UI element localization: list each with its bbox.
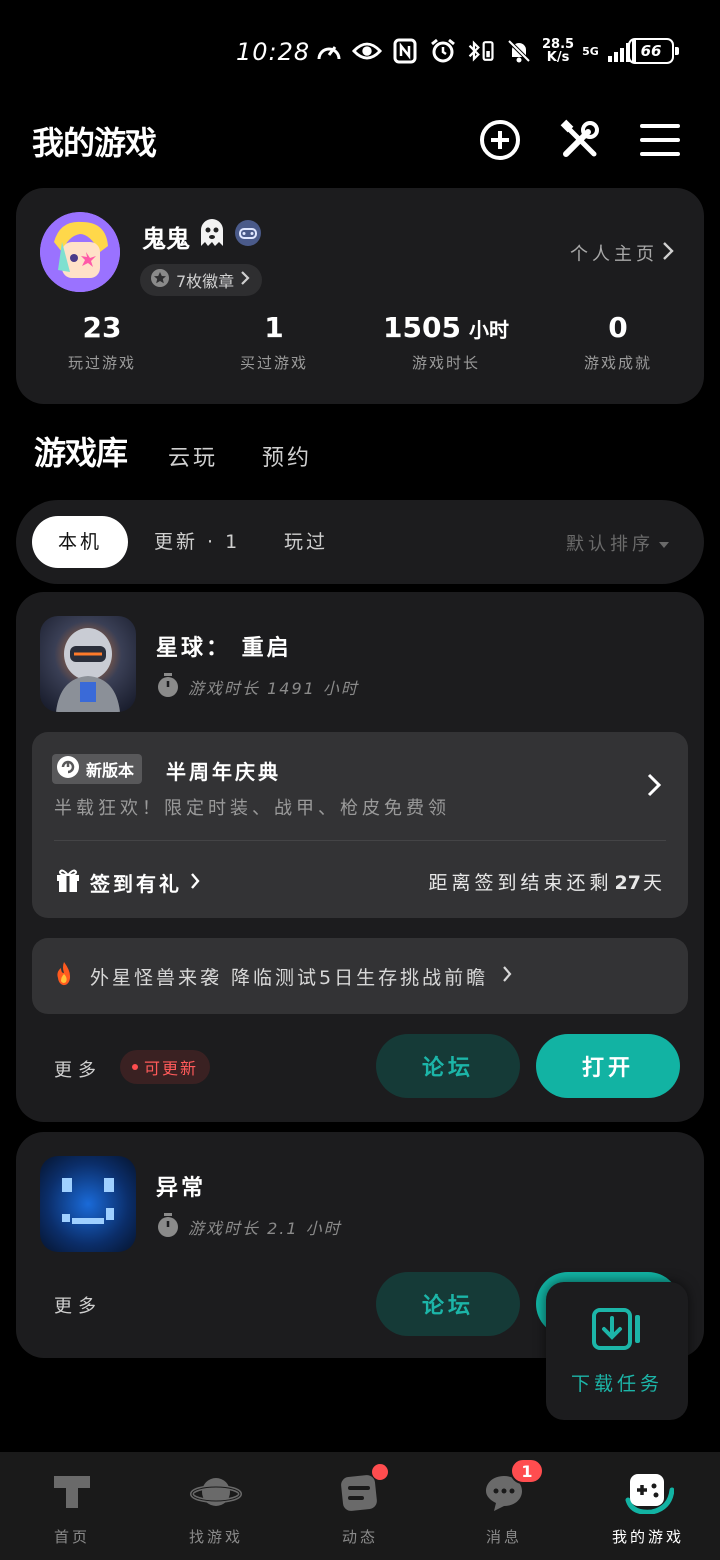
game-icon[interactable] xyxy=(40,616,136,712)
filter-local[interactable]: 本机 xyxy=(32,516,129,568)
refresh-icon xyxy=(56,755,80,783)
nav-item-messages[interactable]: 1 消息 xyxy=(432,1452,576,1560)
network-type: 5G xyxy=(582,44,599,58)
download-icon xyxy=(591,1307,643,1355)
forum-button[interactable]: 论坛 xyxy=(376,1034,520,1098)
net-speed: 28.5 K/s xyxy=(542,37,575,65)
caret-down-icon xyxy=(658,533,670,554)
nfc-icon xyxy=(390,36,420,66)
game-name: 星球： 重启 xyxy=(156,636,292,661)
open-button[interactable]: 打开 xyxy=(536,1034,680,1098)
tab-game-library[interactable]: 游戏库 xyxy=(34,428,128,476)
tools-icon[interactable] xyxy=(558,118,602,162)
event-title: 半周年庆典 xyxy=(166,760,281,784)
avatar[interactable] xyxy=(40,212,120,292)
divider xyxy=(54,840,666,841)
fire-icon xyxy=(52,960,76,993)
status-bar: 10:28 28.5 K/s 5G 66 xyxy=(0,30,720,74)
stat-played-games[interactable]: 23 玩过游戏 xyxy=(16,308,188,373)
more-link[interactable]: 更多 xyxy=(54,1292,102,1318)
game-playtime: 游戏时长 2.1 小时 xyxy=(156,1212,342,1242)
stopwatch-icon xyxy=(156,1212,180,1242)
gift-icon xyxy=(54,866,82,899)
unread-count-badge: 1 xyxy=(510,1458,544,1484)
nav-item-my-games[interactable]: 我的游戏 xyxy=(576,1452,720,1560)
new-version-tag: 新版本 xyxy=(52,754,143,784)
ghost-icon xyxy=(198,218,226,254)
status-icons: 28.5 K/s 5G xyxy=(314,36,637,66)
status-time: 10:28 xyxy=(236,38,311,66)
chevron-right-icon[interactable] xyxy=(646,772,662,802)
signin-reward-link[interactable]: 签到有礼 xyxy=(54,866,200,899)
sort-dropdown[interactable]: 默认排序 xyxy=(566,530,670,556)
tab-cloud-play[interactable]: 云玩 xyxy=(168,440,218,472)
planet-icon xyxy=(190,1470,242,1518)
more-link[interactable]: 更多 xyxy=(54,1056,102,1082)
alarm-icon xyxy=(428,36,458,66)
stat-achievements[interactable]: 0 游戏成就 xyxy=(532,308,704,373)
stopwatch-icon xyxy=(156,672,180,702)
menu-icon[interactable] xyxy=(638,118,682,162)
chevron-right-icon xyxy=(190,871,200,895)
notification-dot xyxy=(372,1464,388,1480)
nav-item-feed[interactable]: 动态 xyxy=(288,1452,432,1560)
game-playtime: 游戏时长 1491 小时 xyxy=(156,672,359,702)
profile-card[interactable]: 鬼鬼 7枚徽章 个人主页 23 玩过游戏 1 买过游戏 1505 小时 游戏时长… xyxy=(16,188,704,404)
signin-countdown: 距离签到结束还剩 27 天 xyxy=(428,872,666,894)
filter-bar: 本机 更新 · 1 玩过 默认排序 xyxy=(16,500,704,584)
bottom-nav: 首页 找游戏 动态 1 消息 我的游戏 xyxy=(0,1452,720,1560)
forum-button[interactable]: 论坛 xyxy=(376,1272,520,1336)
nav-item-home[interactable]: 首页 xyxy=(0,1452,144,1560)
event-banner[interactable]: 新版本 半周年庆典 半载狂欢！限定时装、战甲、枪皮免费领 签到有礼 距离签到结束… xyxy=(32,732,688,918)
game-icon[interactable] xyxy=(40,1156,136,1252)
medal-icon xyxy=(150,268,170,292)
chevron-right-icon xyxy=(662,241,674,266)
update-available-tag: 可更新 xyxy=(120,1050,211,1084)
game-card[interactable]: 星球： 重启 游戏时长 1491 小时 新版本 半周年庆典 半载狂欢！限定时装、… xyxy=(16,592,704,1122)
battery-indicator: 66 xyxy=(628,38,679,64)
filter-played[interactable]: 玩过 xyxy=(284,516,328,568)
bluetooth-battery-icon xyxy=(466,36,496,66)
home-icon xyxy=(50,1470,94,1518)
nav-item-discover[interactable]: 找游戏 xyxy=(144,1452,288,1560)
add-circle-icon[interactable] xyxy=(478,118,522,162)
tab-reservations[interactable]: 预约 xyxy=(262,440,312,472)
profile-stats: 23 玩过游戏 1 买过游戏 1505 小时 游戏时长 0 游戏成就 xyxy=(16,308,704,373)
stat-play-time[interactable]: 1505 小时 游戏时长 xyxy=(360,308,532,373)
event-description: 半载狂欢！限定时装、战甲、枪皮免费领 xyxy=(54,798,450,819)
username: 鬼鬼 xyxy=(142,218,262,254)
badges-button[interactable]: 7枚徽章 xyxy=(140,264,263,296)
gamepad-icon xyxy=(622,1470,675,1518)
homepage-link[interactable]: 个人主页 xyxy=(570,240,674,266)
bell-muted-icon xyxy=(504,36,534,66)
gamepad-badge-icon xyxy=(234,219,262,253)
news-item[interactable]: 外星怪兽来袭 降临测试5日生存挑战前瞻 xyxy=(32,938,688,1014)
stat-bought-games[interactable]: 1 买过游戏 xyxy=(188,308,360,373)
download-tasks-button[interactable]: 下载任务 xyxy=(546,1282,688,1420)
speedometer-icon xyxy=(314,36,344,66)
chevron-right-icon xyxy=(502,965,512,988)
chevron-right-icon xyxy=(240,270,250,290)
page-title: 我的游戏 xyxy=(32,124,157,162)
game-name: 异常 xyxy=(156,1176,207,1201)
eye-icon xyxy=(352,36,382,66)
filter-updates[interactable]: 更新 · 1 xyxy=(154,516,240,568)
